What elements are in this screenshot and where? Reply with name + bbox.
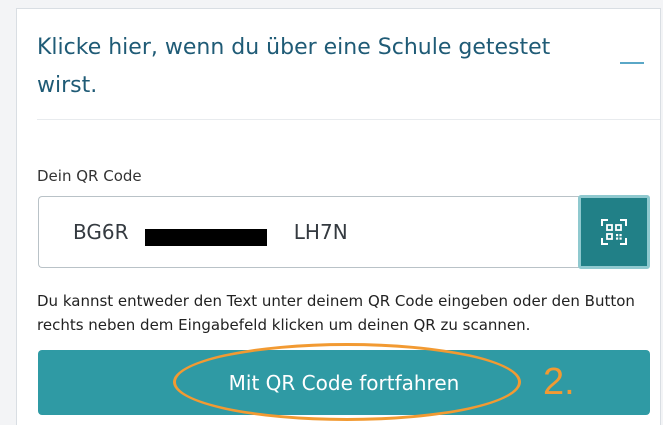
qr-code-label: Dein QR Code bbox=[37, 167, 142, 185]
scan-qr-button[interactable] bbox=[578, 195, 650, 269]
qr-scan-icon bbox=[601, 219, 627, 245]
qr-help-text: Du kannst entweder den Text unter deinem… bbox=[37, 292, 635, 334]
section-divider bbox=[37, 119, 660, 120]
school-test-card: Klicke hier, wenn du über eine Schule ge… bbox=[16, 8, 661, 425]
qr-code-input[interactable] bbox=[38, 196, 584, 268]
continue-with-qr-label: Mit QR Code fortfahren bbox=[228, 371, 460, 395]
minus-icon[interactable] bbox=[620, 62, 644, 64]
continue-with-qr-button[interactable]: Mit QR Code fortfahren bbox=[38, 350, 650, 415]
school-test-accordion-header[interactable]: Klicke hier, wenn du über eine Schule ge… bbox=[37, 29, 597, 105]
redaction-block bbox=[145, 229, 267, 246]
